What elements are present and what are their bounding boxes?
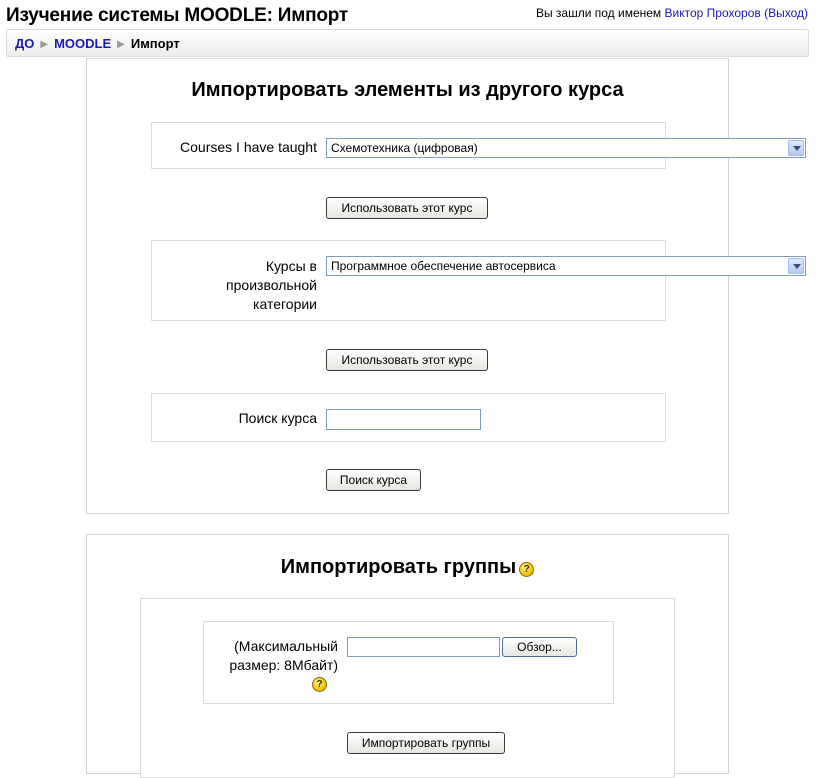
login-info: Вы зашли под именем Виктор Прохоров (Вых… <box>536 6 808 20</box>
breadcrumb-item-do[interactable]: ДО <box>15 36 34 51</box>
file-size-label: (Максимальный размер: 8Мбайт) <box>229 638 338 673</box>
breadcrumb-separator-icon: ▶ <box>40 39 49 50</box>
chevron-down-icon[interactable] <box>788 258 804 274</box>
browse-button[interactable]: Обзор... <box>502 637 577 657</box>
import-elements-heading: Импортировать элементы из другого курса <box>191 79 624 101</box>
login-prefix: Вы зашли под именем <box>535 6 665 20</box>
category-courses-select[interactable]: Программное обеспечение автосервиса <box>326 256 806 276</box>
search-course-input[interactable] <box>326 409 481 430</box>
import-groups-heading: Импортировать группы <box>280 556 517 578</box>
chevron-down-icon[interactable] <box>788 140 804 156</box>
breadcrumb-item-moodle[interactable]: MOODLE <box>54 36 111 51</box>
logout-link[interactable]: (Выход) <box>764 6 808 20</box>
help-icon[interactable]: ? <box>519 562 535 577</box>
site-title: Изучение системы MOODLE: Импорт <box>6 5 349 26</box>
import-groups-button[interactable]: Импортировать группы <box>347 732 505 754</box>
help-icon[interactable]: ? <box>312 677 327 692</box>
use-course-button[interactable]: Использовать этот курс <box>326 197 488 219</box>
breadcrumb: ДО ▶ MOODLE ▶ Импорт <box>6 29 809 57</box>
taught-courses-select[interactable]: Схемотехника (цифровая) <box>326 138 806 158</box>
taught-courses-label: Courses I have taught <box>180 139 317 155</box>
search-course-button[interactable]: Поиск курса <box>326 469 421 491</box>
search-course-label: Поиск курса <box>238 410 317 426</box>
breadcrumb-separator-icon: ▶ <box>117 39 125 50</box>
category-courses-label: Курсы в произвольной категории <box>226 258 317 312</box>
breadcrumb-item-current: Импорт <box>130 36 180 51</box>
use-course-button-2[interactable]: Использовать этот курс <box>326 349 488 371</box>
category-courses-selected: Программное обеспечение автосервиса <box>331 259 556 273</box>
import-groups-heading-row: Импортировать группы? <box>86 556 729 579</box>
file-path-input[interactable] <box>347 637 500 657</box>
taught-courses-selected: Схемотехника (цифровая) <box>331 141 478 155</box>
user-profile-link[interactable]: Виктор Прохоров <box>665 6 761 20</box>
